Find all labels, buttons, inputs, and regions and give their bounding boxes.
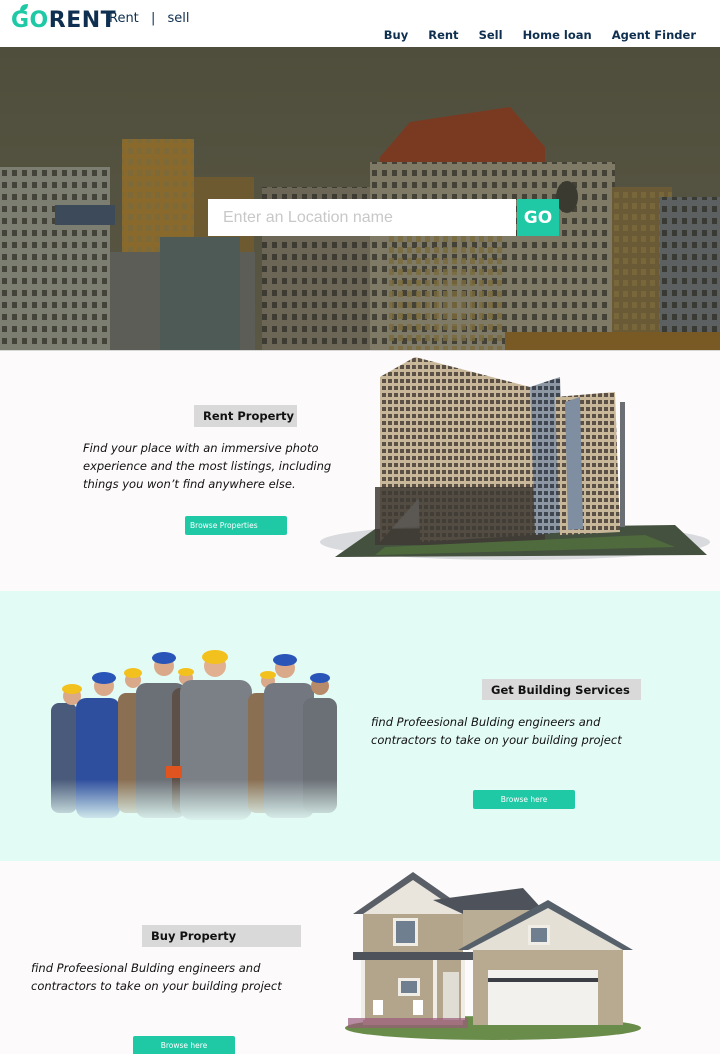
rent-property-section: Rent Property Find your place with an im… xyxy=(0,350,720,591)
gorent-logo[interactable]: GORENT xyxy=(11,4,117,33)
browse-properties-button[interactable]: Browse Properties xyxy=(185,516,287,535)
brand-nav-sell[interactable]: sell xyxy=(167,11,189,26)
top-header: GORENT Rent | sell Buy Rent Sell Home lo… xyxy=(0,0,720,47)
nav-agent-finder[interactable]: Agent Finder xyxy=(612,28,696,42)
browse-properties-label: Browse Properties xyxy=(190,521,258,530)
buy-property-title: Buy Property xyxy=(142,925,301,947)
browse-services-label: Browse here xyxy=(500,795,548,804)
logo-go: GO xyxy=(11,8,49,33)
building-services-title-text: Get Building Services xyxy=(491,682,630,697)
logo-rent: RENT xyxy=(48,8,117,33)
building-services-section: Get Building Services find Profeesional … xyxy=(0,591,720,861)
family-house-image xyxy=(345,872,641,1040)
building-services-title: Get Building Services xyxy=(482,679,641,700)
nav-rent[interactable]: Rent xyxy=(428,28,458,42)
brand-nav-separator: | xyxy=(150,11,156,26)
nav-buy[interactable]: Buy xyxy=(384,28,408,42)
apartment-towers-image xyxy=(320,357,710,560)
rent-property-title-text: Rent Property xyxy=(203,409,295,423)
buy-property-section: Buy Property find Profeesional Bulding e… xyxy=(0,861,720,1054)
hero-banner: GO xyxy=(0,47,720,350)
browse-buy-label: Browse here xyxy=(160,1041,208,1050)
nav-sell[interactable]: Sell xyxy=(479,28,503,42)
brand-nav-rent[interactable]: Rent xyxy=(109,11,139,26)
rent-property-description: Find your place with an immersive photo … xyxy=(83,441,332,491)
go-search-button[interactable]: GO xyxy=(517,199,559,236)
rent-property-title: Rent Property xyxy=(194,405,297,427)
brand-nav: Rent | sell xyxy=(109,11,189,26)
browse-services-button[interactable]: Browse here xyxy=(473,790,575,809)
page: GORENT Rent | sell Buy Rent Sell Home lo… xyxy=(0,0,720,1054)
main-nav: Buy Rent Sell Home loan Agent Finder xyxy=(368,28,696,42)
construction-workers-image xyxy=(48,648,340,823)
browse-buy-button[interactable]: Browse here xyxy=(133,1036,235,1054)
building-services-description: find Profeesional Bulding engineers and … xyxy=(371,715,622,747)
location-search-input[interactable] xyxy=(208,199,516,236)
buy-property-title-text: Buy Property xyxy=(151,929,237,943)
nav-home-loan[interactable]: Home loan xyxy=(523,28,592,42)
buy-property-description: find Profeesional Bulding engineers and … xyxy=(31,961,282,993)
